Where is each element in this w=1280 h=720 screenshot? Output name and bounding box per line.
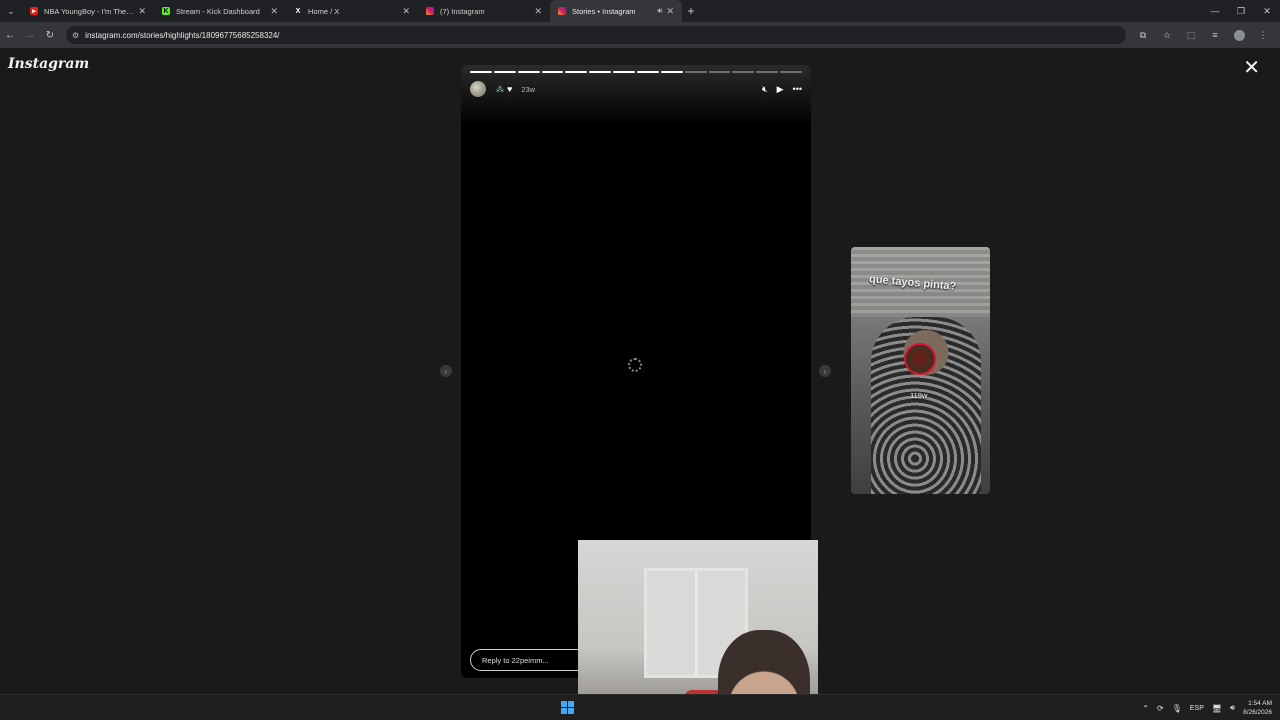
tab-search-icon[interactable]: ⌄ bbox=[0, 0, 22, 22]
heart-icon: ♥ bbox=[507, 84, 513, 94]
tab-instagram[interactable]: (7) Instagram ✕ bbox=[418, 0, 550, 22]
tab-kick[interactable]: K Stream - Kick Dashboard ✕ bbox=[154, 0, 286, 22]
progress-segment bbox=[780, 71, 803, 73]
story-header: ⁂ ♥ 23w 🔇︎ ▶ ••• bbox=[470, 81, 802, 97]
x-icon: X bbox=[295, 7, 301, 15]
restore-icon[interactable]: ❐ bbox=[1228, 0, 1254, 22]
progress-segment bbox=[517, 71, 540, 73]
menu-icon[interactable]: ⋮ bbox=[1252, 26, 1274, 44]
new-tab-button[interactable]: + bbox=[682, 0, 700, 22]
instagram-icon bbox=[426, 7, 434, 15]
previous-story-icon[interactable]: ‹ bbox=[440, 365, 452, 377]
progress-segment bbox=[732, 71, 755, 73]
close-tab-icon[interactable]: ✕ bbox=[270, 6, 278, 17]
youtube-icon: ▸ bbox=[30, 7, 38, 15]
address-bar[interactable]: ⚙ instagram.com/stories/highlights/18096… bbox=[66, 26, 1126, 44]
windows-taskbar: ⌃ ⟳ 🎙︎ ESP 🖥︎ 🔊︎ 1:54 AM 8/26/2026 bbox=[0, 694, 1280, 720]
preview-avatar bbox=[904, 343, 936, 375]
next-story-preview[interactable]: que tayos pinta? 119w bbox=[851, 247, 990, 494]
progress-segment bbox=[637, 71, 659, 73]
extensions-icon[interactable]: ⬚ bbox=[1180, 26, 1202, 44]
progress-segment bbox=[470, 71, 492, 73]
next-story-icon[interactable]: › bbox=[819, 365, 831, 377]
clock-time: 1:54 AM bbox=[1248, 700, 1272, 707]
close-tab-icon[interactable]: ✕ bbox=[402, 6, 410, 17]
window-controls: — ❐ ✕ bbox=[1202, 0, 1280, 22]
back-icon[interactable]: ← bbox=[0, 24, 20, 46]
play-icon[interactable]: ▶ bbox=[777, 84, 784, 95]
emoji-icon: ⁂ bbox=[496, 84, 504, 94]
tab-x[interactable]: X Home / X ✕ bbox=[286, 0, 418, 22]
speaker-icon[interactable]: 🔊︎ bbox=[657, 6, 662, 16]
tab-title: Stories • Instagram bbox=[572, 6, 636, 16]
microphone-icon[interactable]: 🎙︎ bbox=[1172, 704, 1182, 713]
language-indicator[interactable]: ESP bbox=[1190, 705, 1204, 712]
tab-title: Stream - Kick Dashboard bbox=[176, 6, 260, 16]
close-tab-icon[interactable]: ✕ bbox=[534, 6, 542, 17]
webcam-overlay bbox=[578, 540, 818, 720]
kick-icon: K bbox=[162, 7, 170, 15]
toolbar-actions: ⧉ ☆ ⬚ ≡ ⋮ bbox=[1132, 26, 1274, 44]
minimize-icon[interactable]: — bbox=[1202, 0, 1228, 22]
tab-title: NBA YoungBoy - I'm The One bbox=[44, 6, 135, 16]
install-app-icon[interactable]: ⧉ bbox=[1132, 26, 1154, 44]
progress-segment bbox=[708, 71, 731, 73]
browser-tab-bar: ⌄ ▸ NBA YoungBoy - I'm The One ✕ K Strea… bbox=[0, 0, 1280, 22]
story-age: 23w bbox=[521, 84, 536, 94]
avatar[interactable] bbox=[470, 81, 486, 97]
instagram-icon bbox=[558, 7, 566, 15]
system-tray: ⌃ ⟳ 🎙︎ ESP 🖥︎ 🔊︎ 1:54 AM 8/26/2026 bbox=[1142, 695, 1272, 720]
story-progress-bar bbox=[470, 71, 803, 73]
close-tab-icon[interactable]: ✕ bbox=[666, 6, 674, 17]
tab-title: Home / X bbox=[308, 6, 340, 16]
clock[interactable]: 1:54 AM 8/26/2026 bbox=[1243, 699, 1272, 717]
close-tab-icon[interactable]: ✕ bbox=[138, 6, 146, 17]
story-controls: 🔇︎ ▶ ••• bbox=[762, 84, 802, 95]
progress-segment bbox=[493, 71, 516, 73]
reload-icon[interactable]: ↻ bbox=[40, 24, 60, 46]
mute-icon[interactable]: 🔇︎ bbox=[762, 84, 768, 95]
chevron-up-icon[interactable]: ⌃ bbox=[1142, 704, 1149, 713]
volume-icon[interactable]: 🔊︎ bbox=[1230, 703, 1235, 713]
close-icon[interactable]: ✕ bbox=[1243, 58, 1260, 78]
app-tray-icon[interactable]: ⟳ bbox=[1157, 704, 1164, 713]
progress-segment bbox=[589, 71, 612, 73]
browser-toolbar: ← → ↻ ⚙ instagram.com/stories/highlights… bbox=[0, 22, 1280, 48]
forward-icon[interactable]: → bbox=[20, 24, 40, 46]
close-window-icon[interactable]: ✕ bbox=[1254, 0, 1280, 22]
instagram-logo[interactable]: Instagram bbox=[8, 56, 89, 72]
profile-icon[interactable] bbox=[1228, 26, 1250, 44]
clock-date: 8/26/2026 bbox=[1243, 709, 1272, 716]
tab-stories[interactable]: Stories • Instagram 🔊︎ ✕ bbox=[550, 0, 682, 22]
progress-segment bbox=[613, 71, 636, 73]
progress-segment bbox=[541, 71, 564, 73]
windows-start-icon[interactable] bbox=[561, 701, 574, 714]
bookmark-star-icon[interactable]: ☆ bbox=[1156, 26, 1178, 44]
more-options-icon[interactable]: ••• bbox=[793, 84, 802, 94]
url-text: instagram.com/stories/highlights/1809677… bbox=[85, 30, 280, 40]
network-icon[interactable]: 🖥︎ bbox=[1212, 704, 1222, 713]
site-info-icon[interactable]: ⚙ bbox=[72, 31, 79, 40]
progress-segment bbox=[684, 71, 707, 73]
progress-segment bbox=[660, 71, 683, 73]
preview-age: 119w bbox=[910, 391, 928, 400]
media-controls-icon[interactable]: ≡ bbox=[1204, 26, 1226, 44]
loading-spinner-icon bbox=[628, 358, 642, 372]
tab-title: (7) Instagram bbox=[440, 6, 485, 16]
progress-segment bbox=[565, 71, 588, 73]
tab-youtube[interactable]: ▸ NBA YoungBoy - I'm The One ✕ bbox=[22, 0, 154, 22]
progress-segment bbox=[756, 71, 779, 73]
